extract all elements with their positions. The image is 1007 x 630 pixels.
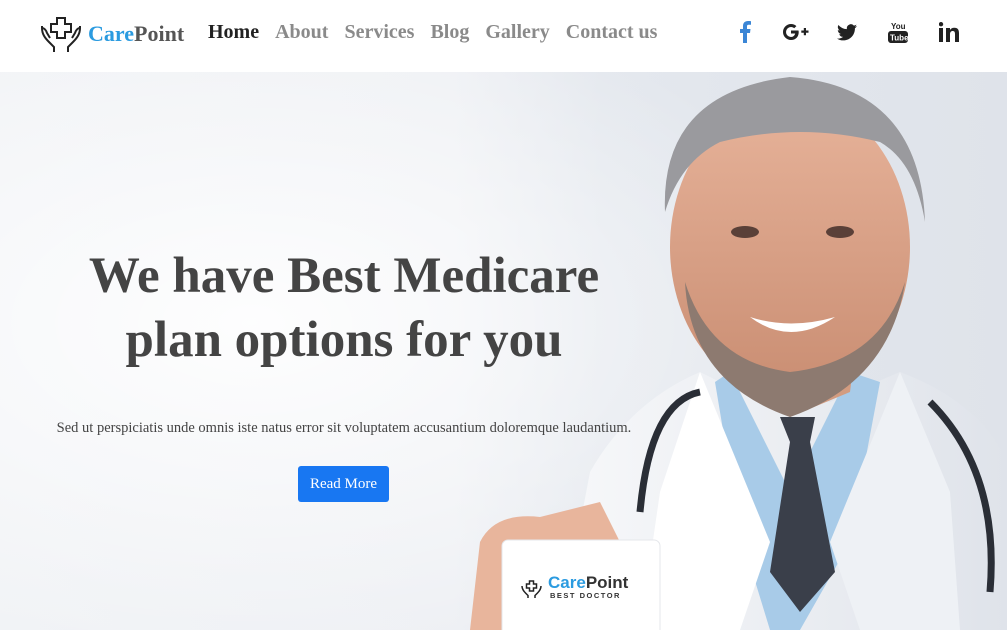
youtube-icon: You Tube <box>888 22 908 43</box>
youtube-link[interactable]: You Tube <box>883 18 913 46</box>
card-brand-name: CarePoint <box>548 573 629 592</box>
card-brand-care: Care <box>548 573 586 592</box>
twitter-icon <box>837 23 857 40</box>
google-plus-icon <box>783 24 809 40</box>
hero-subtext: Sed ut perspiciatis unde omnis iste natu… <box>56 420 632 436</box>
hero-headline-line1: We have Best Medicare <box>88 248 600 304</box>
linkedin-link[interactable] <box>934 18 964 46</box>
brand-name-point: Point <box>134 21 185 46</box>
brand-name: CarePoint <box>88 21 184 47</box>
main-nav: Home About Services Blog Gallery Contact… <box>208 20 673 44</box>
brand-logo[interactable]: CarePoint <box>38 14 184 54</box>
hero-headline-line2: plan options for you <box>125 312 563 368</box>
nav-contact[interactable]: Contact us <box>566 20 658 44</box>
linkedin-icon <box>939 22 959 42</box>
card-tagline: BEST DOCTOR <box>550 591 621 600</box>
social-links: You Tube <box>730 18 964 46</box>
hero-section: We have Best Medicare plan options for y… <box>0 72 1007 630</box>
nav-about[interactable]: About <box>275 20 328 44</box>
brand-name-care: Care <box>88 21 135 46</box>
google-plus-link[interactable] <box>781 18 811 46</box>
twitter-link[interactable] <box>832 18 862 46</box>
svg-text:You: You <box>891 22 906 31</box>
nav-blog[interactable]: Blog <box>430 20 469 44</box>
facebook-link[interactable] <box>730 18 760 46</box>
nav-services[interactable]: Services <box>344 20 414 44</box>
card-brand-point: Point <box>585 573 629 592</box>
nav-gallery[interactable]: Gallery <box>485 20 549 44</box>
read-more-button[interactable]: Read More <box>298 466 389 502</box>
card-brand: CarePoint BEST DOCTOR <box>548 573 629 600</box>
site-header: CarePoint Home About Services Blog Galle… <box>0 0 1007 72</box>
nav-home[interactable]: Home <box>208 20 259 44</box>
hands-cross-icon <box>41 17 81 52</box>
svg-text:Tube: Tube <box>890 34 908 43</box>
facebook-icon <box>740 21 751 43</box>
hero-headline: We have Best Medicare plan options for y… <box>40 244 648 372</box>
